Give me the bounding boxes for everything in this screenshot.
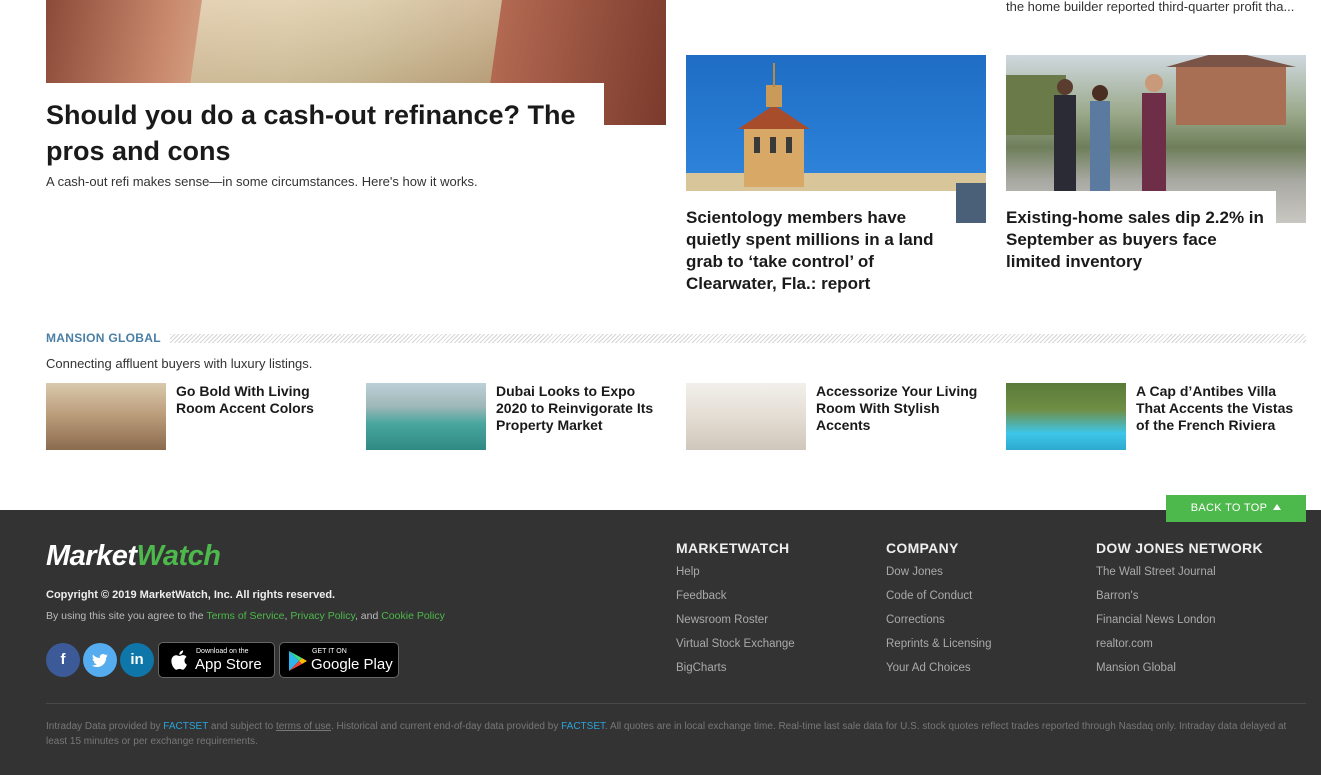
footer-column-title-dow-jones-network: DOW JONES NETWORK bbox=[1096, 540, 1263, 556]
home-sales-story-headline[interactable]: Existing-home sales dip 2.2% in Septembe… bbox=[1006, 207, 1266, 273]
terms-and: , and bbox=[354, 610, 382, 622]
footer-column-title-marketwatch: MARKETWATCH bbox=[676, 540, 790, 556]
footer-link[interactable]: Feedback bbox=[676, 590, 727, 602]
footer-link[interactable]: Mansion Global bbox=[1096, 662, 1176, 674]
app-store-small-text: Download on the bbox=[196, 648, 249, 655]
footer-link[interactable]: Financial News London bbox=[1096, 614, 1216, 626]
section-divider bbox=[170, 334, 1306, 343]
footer-link[interactable]: Dow Jones bbox=[886, 566, 943, 578]
section-subtitle: Connecting affluent buyers with luxury l… bbox=[46, 356, 313, 371]
lead-story-headline[interactable]: Should you do a cash-out refinance? The … bbox=[46, 97, 606, 169]
footer-link[interactable]: Help bbox=[676, 566, 700, 578]
footer-link[interactable]: Barron's bbox=[1096, 590, 1138, 602]
terms-notice: By using this site you agree to the Term… bbox=[46, 610, 445, 622]
google-play-small-text: GET IT ON bbox=[312, 648, 347, 655]
article-title[interactable]: Go Bold With Living Room Accent Colors bbox=[176, 383, 346, 417]
marketwatch-logo[interactable]: MarketWatch bbox=[46, 540, 221, 573]
terms-of-use-link[interactable]: terms of use bbox=[276, 721, 331, 732]
factset-link[interactable]: FACTSET bbox=[561, 721, 605, 732]
factset-link[interactable]: FACTSET bbox=[163, 721, 208, 732]
facebook-icon[interactable]: f bbox=[46, 643, 80, 677]
twitter-icon[interactable] bbox=[83, 643, 117, 677]
footer-link[interactable]: The Wall Street Journal bbox=[1096, 566, 1216, 578]
scientology-story-headline[interactable]: Scientology members have quietly spent m… bbox=[686, 207, 951, 295]
lead-story-dek: A cash-out refi makes sense—in some circ… bbox=[46, 174, 478, 189]
linkedin-icon[interactable]: in bbox=[120, 643, 154, 677]
data-disclaimer: Intraday Data provided by FACTSET and su… bbox=[46, 719, 1306, 749]
article-title[interactable]: A Cap d’Antibes Villa That Accents the V… bbox=[1136, 383, 1306, 434]
mansion-global-item[interactable]: Accessorize Your Living Room With Stylis… bbox=[686, 383, 986, 450]
footer-link[interactable]: realtor.com bbox=[1096, 638, 1153, 650]
article-thumbnail[interactable] bbox=[46, 383, 166, 450]
google-play-badge[interactable]: GET IT ON Google Play bbox=[279, 642, 399, 678]
disclaimer-text: and subject to bbox=[208, 721, 276, 732]
back-to-top-button[interactable]: BACK TO TOP bbox=[1166, 495, 1306, 522]
terms-prefix: By using this site you agree to the bbox=[46, 610, 207, 622]
app-store-text: App Store bbox=[195, 656, 262, 673]
logo-text-market: Market bbox=[46, 540, 137, 572]
story-snippet[interactable]: the home builder reported third-quarter … bbox=[1006, 0, 1306, 16]
disclaimer-text: . Historical and current end-of-day data… bbox=[330, 721, 562, 732]
privacy-policy-link[interactable]: Privacy Policy bbox=[290, 610, 355, 622]
footer-divider bbox=[46, 703, 1306, 704]
footer-link[interactable]: Reprints & Licensing bbox=[886, 638, 991, 650]
back-to-top-label: BACK TO TOP bbox=[1190, 502, 1268, 514]
section-label-mansion-global[interactable]: MANSION GLOBAL bbox=[46, 331, 161, 345]
google-play-text: Google Play bbox=[311, 656, 393, 673]
article-title[interactable]: Dubai Looks to Expo 2020 to Reinvigorate… bbox=[496, 383, 666, 434]
apple-icon bbox=[171, 650, 187, 670]
terms-of-service-link[interactable]: Terms of Service bbox=[206, 610, 284, 622]
cookie-policy-link[interactable]: Cookie Policy bbox=[381, 610, 445, 622]
footer-link[interactable]: BigCharts bbox=[676, 662, 727, 674]
article-thumbnail[interactable] bbox=[686, 383, 806, 450]
footer-link[interactable]: Corrections bbox=[886, 614, 945, 626]
arrow-up-icon bbox=[1273, 504, 1282, 510]
footer-link[interactable]: Your Ad Choices bbox=[886, 662, 971, 674]
mansion-global-item[interactable]: Dubai Looks to Expo 2020 to Reinvigorate… bbox=[366, 383, 666, 450]
mansion-global-item[interactable]: Go Bold With Living Room Accent Colors bbox=[46, 383, 346, 450]
article-thumbnail[interactable] bbox=[1006, 383, 1126, 450]
footer-link[interactable]: Code of Conduct bbox=[886, 590, 972, 602]
copyright-notice: Copyright © 2019 MarketWatch, Inc. All r… bbox=[46, 589, 336, 601]
disclaimer-text: Intraday Data provided by bbox=[46, 721, 164, 732]
mansion-global-item[interactable]: A Cap d’Antibes Villa That Accents the V… bbox=[1006, 383, 1306, 450]
footer-link[interactable]: Virtual Stock Exchange bbox=[676, 638, 795, 650]
article-thumbnail[interactable] bbox=[366, 383, 486, 450]
app-store-badge[interactable]: Download on the App Store bbox=[158, 642, 275, 678]
article-title[interactable]: Accessorize Your Living Room With Stylis… bbox=[816, 383, 986, 434]
logo-text-watch: Watch bbox=[136, 540, 221, 572]
footer-column-title-company: COMPANY bbox=[886, 540, 959, 556]
footer-link[interactable]: Newsroom Roster bbox=[676, 614, 768, 626]
google-play-icon bbox=[289, 651, 307, 671]
